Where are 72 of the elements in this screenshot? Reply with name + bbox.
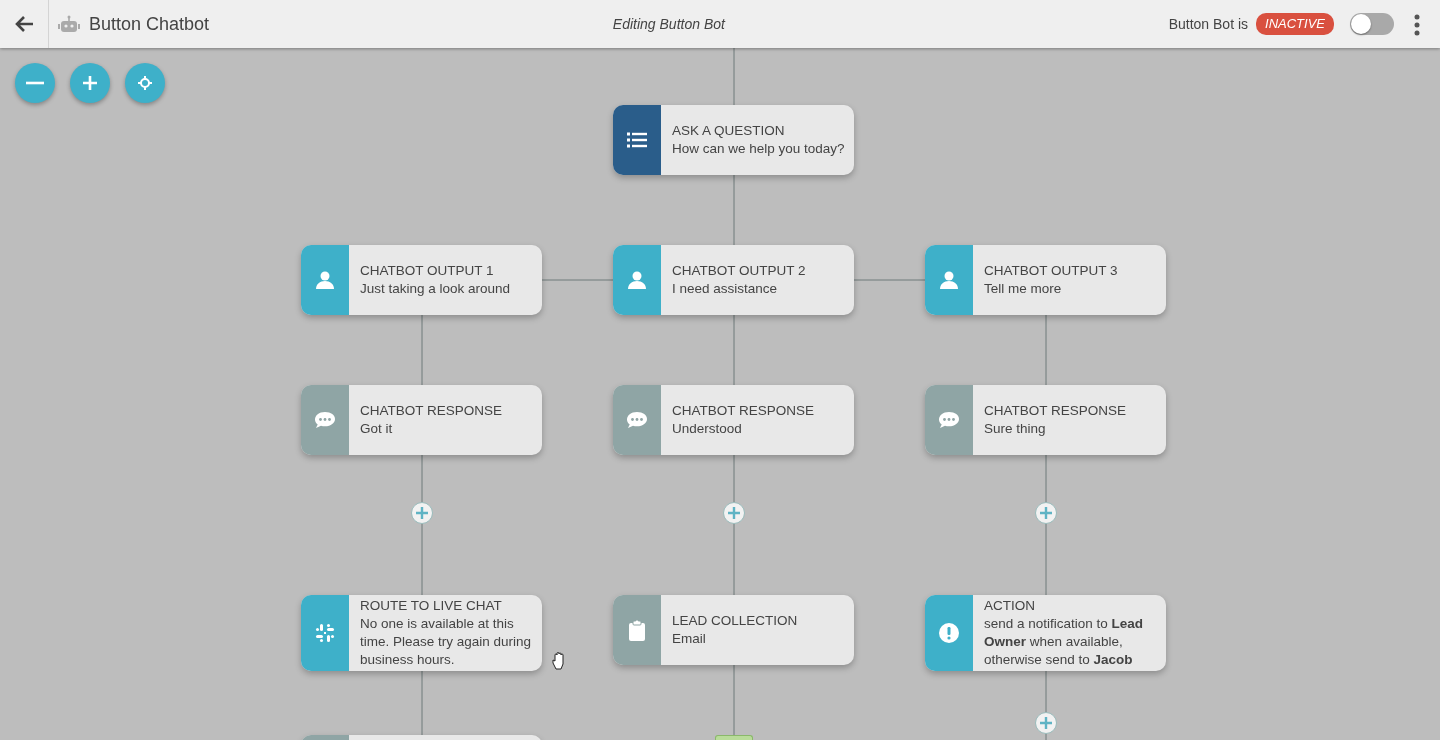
add-step-button[interactable] [1035,502,1057,524]
list-icon [627,132,647,148]
plus-icon [1040,717,1052,729]
node-title: CHATBOT RESPONSE [984,402,1127,420]
active-toggle[interactable] [1350,13,1394,35]
minus-icon [26,81,44,85]
hash-icon [315,623,335,643]
node-title: ROUTE TO LIVE CHAT [360,597,503,615]
node-text: Email [672,630,707,648]
flow-node[interactable]: ASK A QUESTION How can we help you today? [613,105,854,175]
more-icon [1414,13,1420,36]
status-label: Button Bot is [1168,14,1249,34]
plus-icon [728,507,740,519]
status-badge: INACTIVE [1256,13,1334,35]
node-text: Just taking a look around [360,280,511,298]
connector-line [421,454,423,503]
recenter-button[interactable] [125,63,165,103]
flow-node[interactable]: CHATBOT OUTPUT 1 Just taking a look around [301,245,542,315]
connector-line [733,48,735,106]
plus-icon [416,507,428,519]
connector-line [733,454,735,503]
flow-node[interactable]: ACTION send a notification to Lead Owner when available, otherwise send to Jacob [925,595,1166,671]
flow-node[interactable]: CHATBOT OUTPUT 2 I need assistance [613,245,854,315]
node-title: CHATBOT OUTPUT 1 [360,262,495,280]
node-text: How can we help you today? [672,140,845,158]
exclamation-icon [939,623,959,643]
node-title: CHATBOT RESPONSE [672,402,815,420]
back-arrow-icon [14,15,34,33]
node-text: No one is available at this time. Please try again during business hours. [360,615,533,669]
person-icon [940,271,958,289]
speech-bubble-icon [314,411,336,429]
person-icon [628,271,646,289]
chatbot-title: Button Chatbot [89,12,210,36]
node-text: Sure thing [984,420,1047,438]
speech-bubble-icon [626,411,648,429]
flow-node[interactable]: ROUTE TO LIVE CHAT No one is available at this time. Please try again during business hours. [301,595,542,671]
node-title: ASK A QUESTION [672,122,786,140]
speech-bubble-icon [938,411,960,429]
node-title: CHATBOT RESPONSE [360,402,503,420]
node-text: Got it [360,420,394,438]
connector-line [1045,733,1047,740]
crosshair-icon [138,76,152,90]
clipboard-icon [629,619,645,641]
add-step-button[interactable] [411,502,433,524]
node-title: CHATBOT OUTPUT 3 [984,262,1118,280]
connector-line [733,314,735,386]
zoom-in-button[interactable] [70,63,110,103]
node-title: LEAD COLLECTION [672,612,798,630]
add-step-button[interactable] [723,502,745,524]
node-title: ACTION [984,597,1036,615]
person-icon [316,271,334,289]
connector-line [1045,314,1047,386]
editing-label: Editing Button Bot [612,16,725,32]
connector-line [1045,454,1047,503]
node-text: Understood [672,420,743,438]
flow-node[interactable]: CHATBOT RESPONSE Understood [613,385,854,455]
flow-node[interactable]: CHATBOT RESPONSE Sure thing [925,385,1166,455]
node-title: CHATBOT OUTPUT 2 [672,262,806,280]
zoom-out-button[interactable] [15,63,55,103]
node-text: send a notification to Lead Owner when available, otherwise send to Jacob [984,615,1145,669]
flow-node[interactable]: CHATBOT OUTPUT 3 Tell me more [925,245,1166,315]
connector-line [421,314,423,386]
flow-node[interactable]: CHATBOT RESPONSE Got it [301,385,542,455]
flow-node[interactable]: LEAD COLLECTION Email [613,595,854,665]
plus-icon [1040,507,1052,519]
connector-line [733,174,735,246]
plus-icon [82,75,98,91]
connector-line [733,664,735,736]
robot-icon [57,15,81,33]
node-text: Tell me more [984,280,1063,298]
add-step-button[interactable] [1035,712,1057,734]
node-text: I need assistance [672,280,779,298]
